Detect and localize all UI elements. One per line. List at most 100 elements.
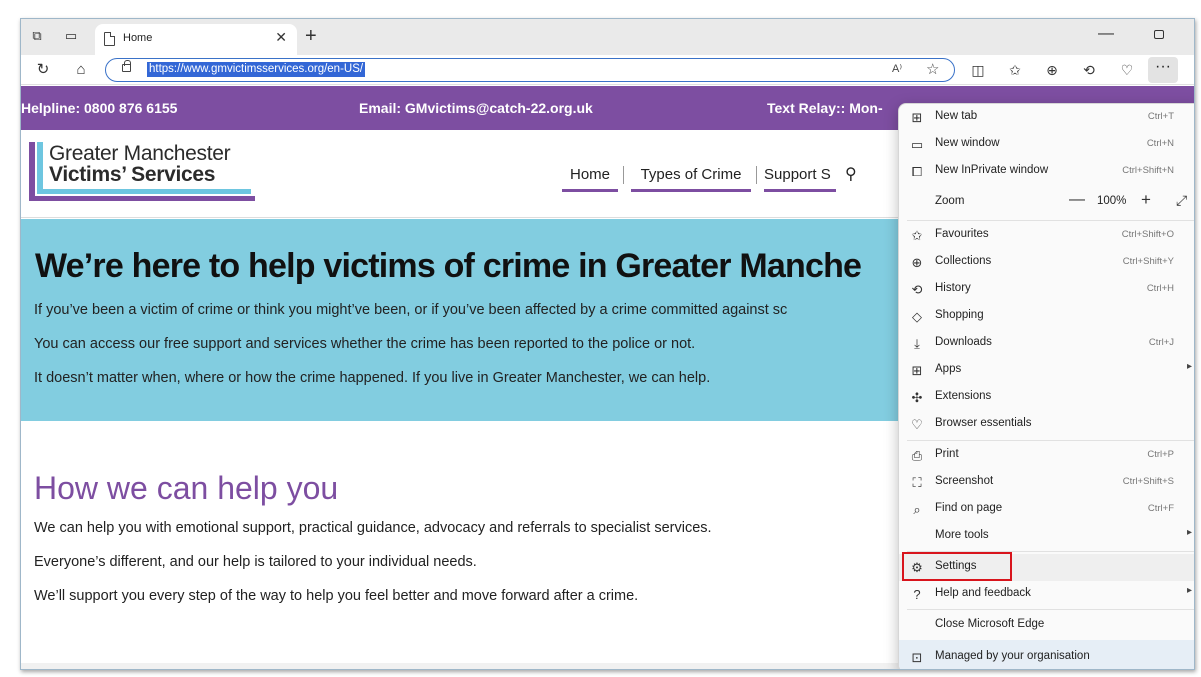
logo-underline-purple: [29, 196, 255, 201]
new-tab-button[interactable]: +: [305, 25, 317, 48]
find-icon: ⌕: [913, 502, 921, 517]
menu-history[interactable]: ⟲ History Ctrl+H: [899, 276, 1194, 303]
text-relay-text: Text Relay:: Mon-: [767, 100, 883, 116]
nav-types-of-crime[interactable]: Types of Crime: [631, 166, 751, 192]
home-icon[interactable]: ⌂: [72, 61, 90, 79]
email-text[interactable]: Email: GMvictims@catch-22.org.uk: [359, 100, 593, 116]
collections-icon[interactable]: ⊕: [1042, 60, 1062, 80]
zoom-in-button[interactable]: +: [1141, 190, 1151, 210]
menu-label: New InPrivate window: [935, 164, 1049, 176]
browser-essentials-icon: ♡: [911, 417, 923, 432]
menu-label: Shopping: [935, 309, 984, 321]
settings-highlight-box: [902, 552, 1012, 581]
menu-browser-essentials[interactable]: ♡ Browser essentials: [899, 411, 1194, 438]
screenshot-icon: ⛶: [912, 475, 922, 490]
menu-new-window[interactable]: ▭ New window Ctrl+N: [899, 131, 1194, 158]
menu-more-tools[interactable]: More tools ▸: [899, 523, 1194, 550]
menu-shopping[interactable]: ◇ Shopping: [899, 303, 1194, 330]
hero-title: We’re here to help victims of crime in G…: [35, 247, 862, 285]
new-window-icon: ▭: [910, 137, 924, 152]
refresh-icon[interactable]: ↻: [34, 61, 52, 79]
submenu-arrow-icon: ▸: [1186, 527, 1192, 538]
favourite-star-icon[interactable]: ☆: [926, 60, 939, 78]
tab-close-icon[interactable]: ✕: [275, 29, 287, 46]
menu-divider: [907, 609, 1194, 610]
favourites-bar-icon[interactable]: ✩: [1005, 60, 1025, 80]
nav-separator: [756, 166, 757, 184]
menu-extensions[interactable]: ✣ Extensions: [899, 384, 1194, 411]
menu-label: Apps: [935, 363, 962, 375]
menu-help-and-feedback[interactable]: ? Help and feedback ▸: [899, 581, 1194, 608]
menu-find-on-page[interactable]: ⌕ Find on page Ctrl+F: [899, 496, 1194, 523]
tab-strip: ⧉ ▭ Home ✕ + —: [21, 19, 1194, 55]
zoom-level: 100%: [1097, 195, 1127, 207]
help-paragraph-1: We can help you with emotional support, …: [34, 520, 712, 536]
managed-by-org-bar[interactable]: ⊡ Managed by your organisation: [899, 640, 1194, 669]
fullscreen-icon[interactable]: ⤢: [1176, 192, 1187, 209]
site-search-icon[interactable]: ⚲: [845, 164, 857, 184]
lock-icon[interactable]: [122, 60, 131, 72]
menu-collections[interactable]: ⊕ Collections Ctrl+Shift+Y: [899, 249, 1194, 276]
history-icon: ⟲: [911, 282, 923, 297]
apps-icon: ⊞: [911, 363, 923, 378]
menu-label: New window: [935, 137, 1000, 149]
url-text[interactable]: https://www.gmvictimsservices.org/en-US/: [147, 62, 366, 77]
help-paragraph-2: Everyone’s different, and our help is ta…: [34, 554, 477, 570]
menu-zoom: Zoom — 100% + ⤢: [899, 189, 1194, 216]
menu-label: New tab: [935, 110, 978, 122]
history-icon[interactable]: ⟲: [1079, 60, 1099, 80]
settings-and-more-menu: ⊞ New tab Ctrl+T ▭ New window Ctrl+N ⧠ N…: [898, 103, 1194, 669]
menu-label: History: [935, 282, 971, 294]
nav-home[interactable]: Home: [562, 166, 618, 192]
minimize-icon[interactable]: —: [1098, 25, 1114, 43]
zoom-out-button[interactable]: —: [1069, 191, 1085, 209]
menu-label: Downloads: [935, 336, 992, 348]
menu-label: Close Microsoft Edge: [935, 618, 1045, 630]
workspaces-icon[interactable]: ⧉: [29, 28, 45, 44]
tab-title: Home: [123, 32, 153, 44]
menu-divider: [907, 440, 1194, 441]
split-screen-icon[interactable]: ◫: [968, 60, 988, 80]
tab-actions-icon[interactable]: ▭: [63, 28, 79, 44]
menu-shortcut: Ctrl+H: [1146, 283, 1174, 294]
menu-downloads[interactable]: ⤓ Downloads Ctrl+J: [899, 330, 1194, 357]
site-logo[interactable]: Greater Manchester Victims’ Services: [29, 142, 259, 204]
menu-label: Favourites: [935, 228, 989, 240]
help-paragraph-3: We’ll support you every step of the way …: [34, 588, 639, 604]
shopping-icon: ◇: [912, 309, 922, 324]
helpline-text[interactable]: Helpline: 0800 876 6155: [21, 100, 177, 116]
menu-label: Extensions: [935, 390, 992, 402]
logo-bar-purple: [29, 142, 35, 200]
menu-favourites[interactable]: ✩ Favourites Ctrl+Shift+O: [899, 222, 1194, 249]
menu-shortcut: Ctrl+N: [1146, 138, 1174, 149]
menu-shortcut: Ctrl+Shift+S: [1122, 476, 1174, 487]
nav-support[interactable]: Support S: [764, 166, 836, 192]
menu-shortcut: Ctrl+T: [1147, 111, 1174, 122]
hero-paragraph-3: It doesn’t matter when, where or how the…: [34, 370, 711, 386]
menu-print[interactable]: ⎙ Print Ctrl+P: [899, 442, 1194, 469]
logo-bar-blue: [37, 142, 43, 190]
menu-apps[interactable]: ⊞ Apps ▸: [899, 357, 1194, 384]
menu-screenshot[interactable]: ⛶ Screenshot Ctrl+Shift+S: [899, 469, 1194, 496]
menu-label: Managed by your organisation: [935, 650, 1090, 662]
menu-managed: ⊡ Managed by your organisation: [899, 644, 1194, 669]
address-bar[interactable]: https://www.gmvictimsservices.org/en-US/…: [105, 58, 955, 82]
settings-and-more-button[interactable]: ···: [1148, 57, 1178, 83]
menu-label: Print: [935, 448, 959, 460]
maximize-icon[interactable]: [1154, 30, 1164, 39]
tab-home[interactable]: Home ✕: [95, 24, 297, 55]
submenu-arrow-icon: ▸: [1186, 361, 1192, 372]
page-icon: [104, 32, 115, 46]
read-aloud-icon[interactable]: A⁾: [892, 62, 902, 75]
menu-new-tab[interactable]: ⊞ New tab Ctrl+T: [899, 104, 1194, 131]
menu-close-edge[interactable]: Close Microsoft Edge: [899, 612, 1194, 639]
menu-label: Find on page: [935, 502, 1003, 514]
downloads-icon: ⤓: [914, 336, 920, 351]
new-tab-icon: ⊞: [911, 110, 923, 125]
browser-window: ⧉ ▭ Home ✕ + — ↻ ⌂ https://www.gmvictims…: [20, 18, 1195, 670]
menu-new-inprivate-window[interactable]: ⧠ New InPrivate window Ctrl+Shift+N: [899, 158, 1194, 185]
browser-essentials-icon[interactable]: ♡: [1117, 60, 1137, 80]
briefcase-icon: ⊡: [911, 650, 923, 665]
toolbar: ↻ ⌂ https://www.gmvictimsservices.org/en…: [21, 55, 1194, 85]
favourites-icon: ✩: [911, 228, 923, 243]
